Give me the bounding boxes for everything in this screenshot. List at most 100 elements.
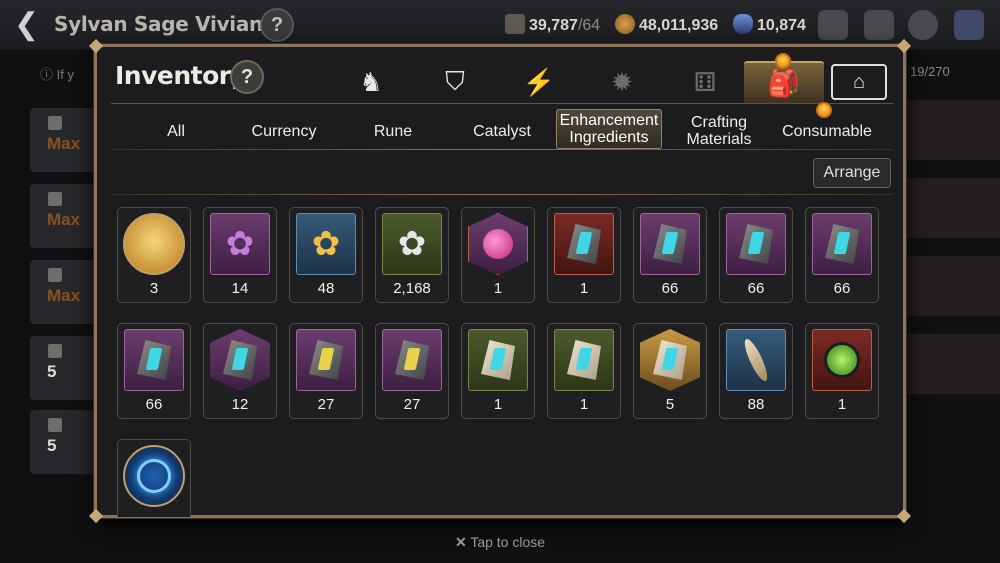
bg-list-item: 5 (30, 410, 100, 474)
close-x-icon: ✕ (454, 534, 467, 550)
inventory-item[interactable]: 88 (719, 323, 793, 419)
inventory-item[interactable]: 1 (461, 207, 535, 303)
dice-icon[interactable]: ⚅ (675, 61, 735, 103)
tab-label-line2: Materials (686, 131, 752, 148)
lightning-icon[interactable]: ⚡ (509, 61, 569, 103)
max-label: Max (47, 134, 81, 153)
silver-flower-icon: ✿ (382, 213, 442, 275)
inventory-help-button[interactable]: ? (230, 60, 264, 94)
mail-icon[interactable] (864, 10, 894, 40)
item-count: 66 (661, 280, 679, 297)
help-button[interactable]: ? (260, 8, 294, 42)
item-count: 3 (149, 280, 159, 297)
item-count: 1 (579, 280, 589, 297)
stamina-display: 39,787/64 (505, 14, 600, 36)
divider (111, 194, 893, 195)
item-count: 1 (493, 396, 503, 413)
item-count: 12 (231, 396, 249, 413)
tab-label-line1: Crafting (690, 114, 748, 131)
bg-portrait (905, 178, 1000, 238)
notification-badge-icon (775, 53, 791, 69)
inventory-item[interactable] (117, 439, 191, 517)
gear-icon (48, 192, 62, 206)
stamina-max: /64 (577, 17, 601, 34)
inventory-item[interactable]: 1 (547, 323, 621, 419)
frame-corner (896, 508, 912, 524)
inventory-modal: Inventory ? ♞ ⛉ ⚡ ✹ ⚅ 🎒 ⌂ All Currency R… (88, 38, 912, 524)
item-count: 66 (833, 280, 851, 297)
crystal-value: 10,874 (757, 17, 806, 34)
rune-stone-icon (640, 213, 700, 275)
tab-rune[interactable]: Rune (338, 111, 448, 151)
tab-crafting-materials[interactable]: Crafting Materials (664, 111, 774, 151)
rune-stone-icon (210, 329, 270, 391)
bow-icon (48, 418, 62, 432)
bg-portrait (905, 334, 1000, 394)
inventory-item[interactable]: 66 (117, 323, 191, 419)
storage-icon[interactable]: ⌂ (831, 64, 887, 100)
team-icon[interactable] (818, 10, 848, 40)
item-grid: 3 ✿ 14 ✿ 48 ✿ 2,168 1 1 66 66 66 66 12 27 27 1 1 5 88 1 (117, 207, 897, 517)
gold-coin-icon (615, 14, 635, 34)
crystal-display: 10,874 (733, 14, 806, 36)
rune-stone-icon (124, 329, 184, 391)
tab-currency[interactable]: Currency (229, 111, 339, 151)
inventory-item[interactable]: 5 (633, 323, 707, 419)
item-count-bg: 19/270 (910, 64, 950, 79)
item-count: 27 (317, 396, 335, 413)
inventory-item[interactable]: ✿ 48 (289, 207, 363, 303)
equipment-icon[interactable]: ♞ (341, 61, 401, 103)
chat-icon[interactable] (908, 10, 938, 40)
broken-shield-icon[interactable]: ⛉ (425, 61, 485, 103)
gold-display: 48,011,936 (615, 14, 718, 36)
inventory-item[interactable]: 12 (203, 323, 277, 419)
item-count: 27 (403, 396, 421, 413)
menu-grid-icon[interactable] (954, 10, 984, 40)
tab-label-line2: Ingredients (569, 129, 649, 146)
stamina-value: 39,787 (529, 17, 578, 34)
inventory-item[interactable]: 1 (547, 207, 621, 303)
light-rune-stone-icon (468, 329, 528, 391)
info-icon: ⓘ If y (40, 67, 74, 82)
inventory-item[interactable]: 27 (375, 323, 449, 419)
inventory-title: Inventory (115, 61, 247, 90)
item-count: 88 (747, 396, 765, 413)
gear-icon (48, 116, 62, 130)
inventory-item[interactable]: 1 (805, 323, 879, 419)
inventory-item[interactable]: 27 (289, 323, 363, 419)
bg-list-item: Max (30, 260, 100, 324)
back-arrow-icon[interactable]: ❮ (14, 8, 44, 42)
inventory-item[interactable]: 66 (719, 207, 793, 303)
tab-catalyst[interactable]: Catalyst (447, 111, 557, 151)
bg-list-item: 5 (30, 336, 100, 400)
inventory-item[interactable]: 1 (461, 323, 535, 419)
max-label: Max (47, 210, 81, 229)
inventory-item[interactable]: 66 (805, 207, 879, 303)
inventory-item[interactable]: 3 (117, 207, 191, 303)
bg-portrait (905, 100, 1000, 160)
tap-to-close[interactable]: ✕ Tap to close (0, 534, 1000, 551)
arrange-button[interactable]: Arrange (813, 158, 891, 188)
blue-sigil-icon (123, 445, 185, 507)
artifact-icon[interactable]: ✹ (592, 61, 652, 103)
frame-corner (88, 508, 104, 524)
green-orb-icon (812, 329, 872, 391)
light-rune-stone-icon (554, 329, 614, 391)
gold-flower-icon: ✿ (296, 213, 356, 275)
inventory-item[interactable]: ✿ 14 (203, 207, 277, 303)
crystal-icon (733, 14, 753, 34)
light-rune-stone-icon (640, 329, 700, 391)
tap-to-close-label: Tap to close (470, 534, 546, 550)
tab-enhancement-ingredients[interactable]: Enhancement Ingredients (556, 109, 662, 149)
notification-badge-icon (816, 102, 832, 118)
rune-stone-icon (382, 329, 442, 391)
tab-all[interactable]: All (121, 111, 231, 151)
tab-label-line1: Enhancement (559, 112, 659, 129)
bg-list-item: Max (30, 108, 100, 172)
inventory-item[interactable]: ✿ 2,168 (375, 207, 449, 303)
inventory-item[interactable]: 66 (633, 207, 707, 303)
bow-icon (48, 344, 62, 358)
charm-stone-icon (554, 213, 614, 275)
item-count: 66 (145, 396, 163, 413)
screen: { "header": { "back_icon": "back-arrow-i… (0, 0, 1000, 563)
